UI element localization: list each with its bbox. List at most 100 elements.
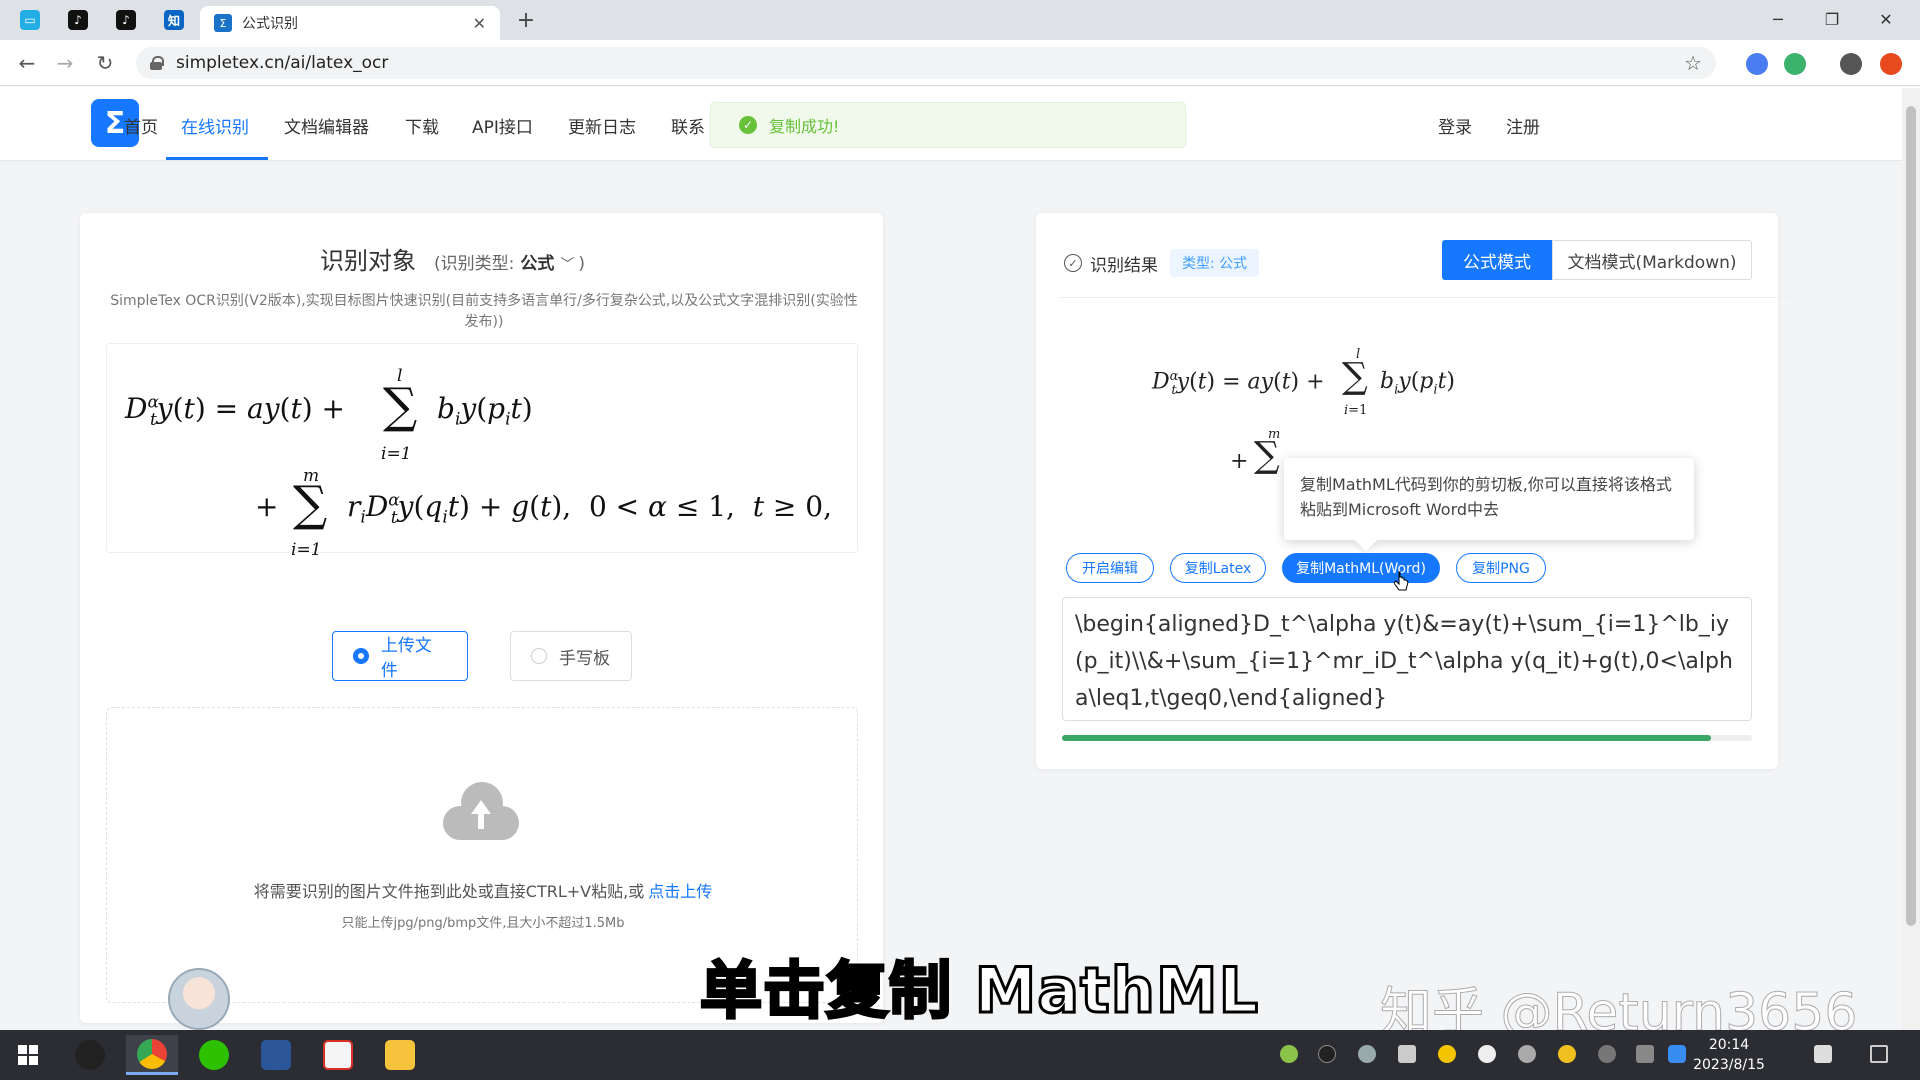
- taskbar-chrome[interactable]: [126, 1035, 178, 1075]
- volume-icon[interactable]: [1518, 1045, 1536, 1063]
- mouse-pointer-icon: [1394, 571, 1409, 591]
- battery-icon[interactable]: [1398, 1045, 1416, 1063]
- copy-png-button[interactable]: 复制PNG: [1456, 553, 1546, 583]
- pinned-tab-tiktok-1[interactable]: ♪: [60, 6, 96, 34]
- tray-icon[interactable]: [1280, 1045, 1298, 1063]
- maximize-button[interactable]: ❐: [1812, 4, 1852, 34]
- wechat-icon: [199, 1040, 229, 1070]
- type-badge: 类型: 公式: [1170, 249, 1260, 277]
- bilibili-icon: ▭: [20, 10, 40, 30]
- address-bar[interactable]: simpletex.cn/ai/latex_ocr ☆: [136, 47, 1716, 79]
- input-card-title: 识别对象 (识别类型: 公式 ﹀ ): [320, 241, 585, 276]
- nav-api[interactable]: API接口: [472, 113, 533, 138]
- tray-icon[interactable]: [1438, 1045, 1456, 1063]
- start-button[interactable]: [2, 1035, 54, 1075]
- nav-changelog[interactable]: 更新日志: [568, 113, 636, 138]
- handwrite-option[interactable]: 手写板: [510, 631, 632, 681]
- back-arrow-icon[interactable]: ←: [12, 48, 42, 78]
- scrollbar-thumb[interactable]: [1906, 106, 1916, 926]
- extension-icon[interactable]: [1784, 53, 1806, 75]
- avatar: [168, 968, 230, 1030]
- formula-line-2-rhs: riDαty(qit) + g(t), 0 < α ≤ 1, t ≥ 0,: [347, 490, 832, 528]
- forward-arrow-icon[interactable]: →: [50, 48, 80, 78]
- shield-icon[interactable]: [1478, 1045, 1496, 1063]
- rendered-line-1-lhs: Dαty(t) = ay(t) +: [1152, 369, 1325, 398]
- nav-contact[interactable]: 联系: [671, 113, 705, 138]
- pinned-tab-bilibili[interactable]: ▭: [12, 6, 48, 34]
- recognition-result-card: ✓ 识别结果 类型: 公式 公式模式 文档模式(Markdown) Dαty(t…: [1036, 213, 1790, 769]
- document-mode-button[interactable]: 文档模式(Markdown): [1552, 240, 1752, 280]
- sum-symbol: ∑: [293, 476, 328, 532]
- tray-icon[interactable]: [1558, 1045, 1576, 1063]
- nav-doc-editor[interactable]: 文档编辑器: [284, 113, 369, 138]
- nav-download[interactable]: 下载: [405, 113, 439, 138]
- new-tab-button[interactable]: +: [512, 6, 540, 34]
- click-upload-link[interactable]: 点击上传: [648, 882, 712, 901]
- lock-icon: [150, 56, 164, 70]
- upload-file-option[interactable]: 上传文件: [332, 631, 468, 681]
- nav-home[interactable]: 首页: [124, 113, 158, 138]
- formula-mode-button[interactable]: 公式模式: [1442, 240, 1552, 280]
- site-header: Σ 首页 在线识别 文档编辑器 下载 API接口 更新日志 联系 ✓ 复制成功!…: [0, 87, 1920, 161]
- minimize-button[interactable]: ─: [1758, 4, 1798, 34]
- latex-output-textarea[interactable]: \begin{aligned}D_t^\alpha y(t)&=ay(t)+\s…: [1062, 597, 1752, 721]
- reload-icon[interactable]: ↻: [90, 48, 120, 78]
- taskbar-word[interactable]: [250, 1035, 302, 1075]
- taskbar-acrobat[interactable]: [312, 1035, 364, 1075]
- notification-icon[interactable]: [1870, 1045, 1888, 1063]
- tray-qq-icon[interactable]: [1318, 1045, 1336, 1063]
- browser-tabstrip: ▭ ♪ ♪ 知 Σ 公式识别 ✕ + ─ ❐ ✕: [0, 0, 1920, 40]
- type-label: (识别类型:: [434, 254, 515, 274]
- pinned-tab-zhihu[interactable]: 知: [156, 6, 192, 34]
- handwrite-label: 手写板: [559, 648, 610, 669]
- input-method-icon[interactable]: [1814, 1045, 1832, 1063]
- profile-icon[interactable]: [1840, 53, 1862, 75]
- result-header: ✓ 识别结果 类型: 公式: [1064, 249, 1260, 277]
- taskbar-clock[interactable]: 20:14 2023/8/15: [1684, 1035, 1774, 1075]
- rendered-sum-symbol: ∑: [1342, 356, 1368, 397]
- microphone-icon[interactable]: [1358, 1045, 1376, 1063]
- type-select[interactable]: 公式: [520, 249, 554, 274]
- register-link[interactable]: 注册: [1506, 113, 1540, 138]
- windows-icon: [18, 1045, 38, 1065]
- wifi-icon[interactable]: [1598, 1045, 1616, 1063]
- clock-time: 20:14: [1708, 1037, 1750, 1053]
- sum-symbol: ∑: [383, 378, 418, 434]
- taskbar-explorer[interactable]: [374, 1035, 426, 1075]
- upload-file-label: 上传文件: [380, 636, 432, 681]
- enable-edit-button[interactable]: 开启编辑: [1066, 553, 1154, 583]
- mathml-tooltip: 复制MathML代码到你的剪切板,你可以直接将该格式粘贴到Microsoft W…: [1284, 458, 1694, 540]
- video-subtitle: 单击复制 MathML: [698, 953, 1260, 1029]
- login-link[interactable]: 登录: [1438, 113, 1472, 138]
- progress-fill: [1062, 735, 1711, 741]
- copy-latex-button[interactable]: 复制Latex: [1170, 553, 1266, 583]
- check-circle-icon: ✓: [1064, 254, 1082, 272]
- toast-text: 复制成功!: [769, 117, 840, 136]
- ime-icon[interactable]: [1636, 1045, 1654, 1063]
- sum-lower: i=1: [291, 540, 322, 560]
- window-close-button[interactable]: ✕: [1866, 4, 1906, 34]
- extension-icon[interactable]: [1880, 53, 1902, 75]
- active-tab[interactable]: Σ 公式识别 ✕: [200, 6, 500, 40]
- dropzone-instruction: 将需要识别的图片文件拖到此处或直接CTRL+V粘贴,或: [253, 882, 645, 901]
- taskbar-qq[interactable]: [64, 1035, 116, 1075]
- extension-icon[interactable]: [1746, 53, 1768, 75]
- pinned-tab-tiktok-2[interactable]: ♪: [108, 6, 144, 34]
- result-label: 识别结果: [1090, 255, 1158, 276]
- dropzone-hint: 只能上传jpg/png/bmp文件,且大小不超过1.5Mb: [341, 916, 625, 931]
- taskbar-wechat[interactable]: [188, 1035, 240, 1075]
- rendered-line-1-rhs: biy(pit): [1380, 369, 1455, 398]
- copy-mathml-button[interactable]: 复制MathML(Word): [1282, 553, 1440, 583]
- page-scrollbar[interactable]: [1902, 88, 1920, 1030]
- zhihu-icon: 知: [164, 10, 184, 30]
- cloud-upload-icon: [443, 782, 519, 842]
- bookmark-star-icon[interactable]: ☆: [1684, 51, 1702, 75]
- chevron-down-icon[interactable]: ﹀: [560, 254, 574, 274]
- input-title: 识别对象: [320, 247, 416, 275]
- tab-close-icon[interactable]: ✕: [473, 14, 486, 33]
- nav-online-ocr[interactable]: 在线识别: [181, 113, 249, 138]
- divider: [1060, 297, 1790, 298]
- radio-selected-icon: [353, 648, 369, 664]
- qq-icon: [75, 1040, 105, 1070]
- nav-active-underline: [166, 157, 268, 160]
